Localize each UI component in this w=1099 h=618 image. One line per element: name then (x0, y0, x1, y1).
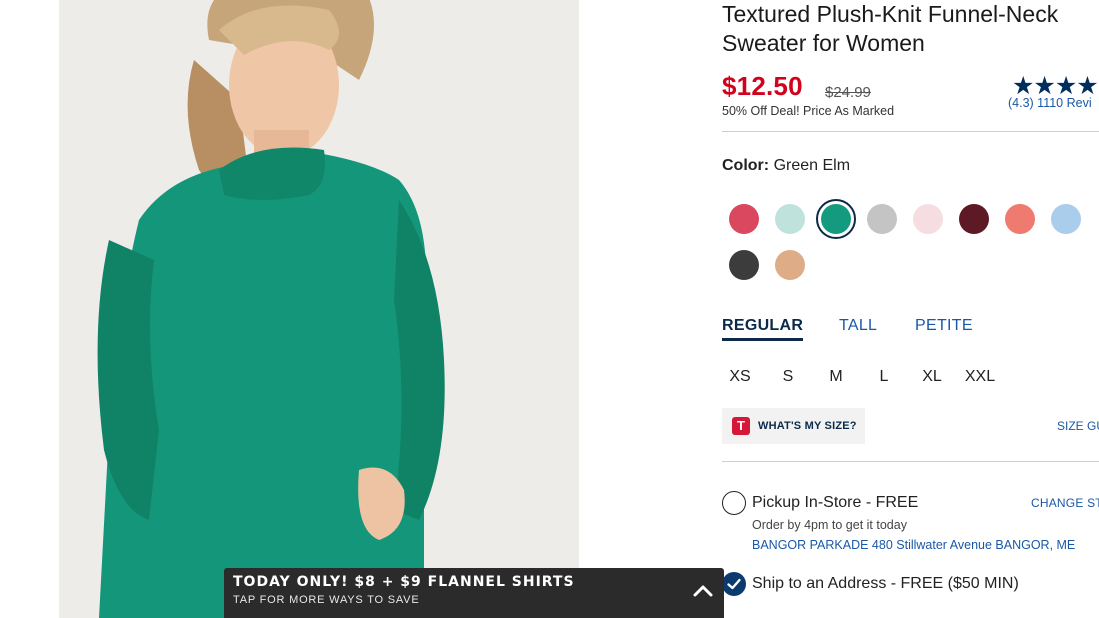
pickup-label[interactable]: Pickup In-Store - FREE (752, 494, 918, 512)
swatch-7[interactable] (1005, 204, 1035, 234)
ship-label[interactable]: Ship to an Address - FREE ($50 MIN) (752, 575, 1019, 593)
sale-price: $12.50 (722, 71, 803, 101)
swatch-4[interactable] (867, 204, 897, 234)
product-title: Textured Plush-Knit Funnel-Neck Sweater … (722, 1, 1059, 56)
size-m[interactable]: M (818, 368, 854, 386)
promo-banner[interactable]: TODAY ONLY! $8 + $9 FLANNEL SHIRTS TAP F… (224, 568, 724, 618)
divider (722, 131, 1099, 132)
store-link[interactable]: BANGOR PARKADE 480 Stillwater Avenue BAN… (752, 538, 1075, 552)
model-photo (59, 0, 579, 618)
product-image[interactable] (59, 0, 579, 618)
ship-radio-checked[interactable] (722, 572, 746, 596)
size-xs[interactable]: XS (722, 368, 758, 386)
swatch-9[interactable] (729, 250, 759, 280)
swatch-6[interactable] (959, 204, 989, 234)
divider (722, 461, 1099, 462)
swatch-2[interactable] (775, 204, 805, 234)
chevron-up-icon[interactable] (692, 582, 714, 598)
swatch-selected[interactable] (816, 199, 856, 239)
order-by-text: Order by 4pm to get it today (752, 518, 907, 532)
color-label: Color: Green Elm (722, 157, 850, 175)
check-icon (727, 578, 741, 590)
whats-my-size-label: WHAT'S MY SIZE? (758, 420, 857, 432)
swatch-1[interactable] (729, 204, 759, 234)
color-label-key: Color: (722, 157, 770, 174)
size-xxl[interactable]: XXL (962, 368, 998, 386)
size-xl[interactable]: XL (914, 368, 950, 386)
original-price: $24.99 (825, 84, 871, 101)
deal-text: 50% Off Deal! Price As Marked (722, 104, 895, 118)
change-store-link[interactable]: CHANGE ST (1031, 496, 1099, 510)
size-guide-link[interactable]: SIZE GU (1057, 419, 1099, 433)
size-s[interactable]: S (770, 368, 806, 386)
tab-tall[interactable]: TALL (839, 317, 877, 335)
reviews-link[interactable]: (4.3) 1110 Revi (1008, 96, 1092, 110)
swatch-8[interactable] (1051, 204, 1081, 234)
true-fit-icon: T (732, 417, 750, 435)
tab-petite[interactable]: PETITE (915, 317, 973, 335)
size-l[interactable]: L (866, 368, 902, 386)
swatch-selected-fill (821, 204, 851, 234)
swatch-10[interactable] (775, 250, 805, 280)
swatch-5[interactable] (913, 204, 943, 234)
tab-regular[interactable]: REGULAR (722, 317, 804, 341)
promo-headline: TODAY ONLY! $8 + $9 FLANNEL SHIRTS (233, 574, 575, 590)
color-value: Green Elm (773, 157, 851, 174)
promo-subtext: TAP FOR MORE WAYS TO SAVE (233, 594, 420, 606)
whats-my-size-button[interactable]: T WHAT'S MY SIZE? (722, 408, 865, 444)
pickup-radio[interactable] (722, 491, 746, 515)
